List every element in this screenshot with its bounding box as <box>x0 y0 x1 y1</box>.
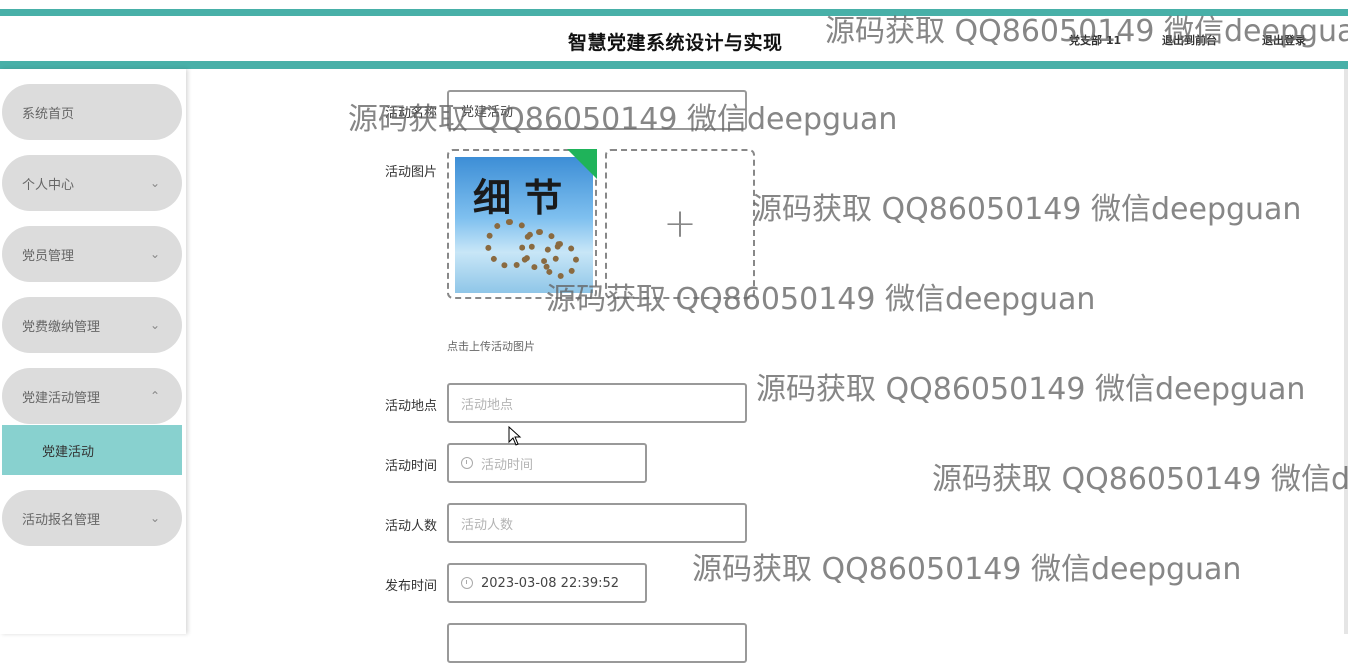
sidebar-item-label: 党建活动管理 <box>22 390 101 406</box>
app-title: 智慧党建系统设计与实现 <box>568 32 783 54</box>
sidebar-item-home[interactable]: 系统首页 <box>2 84 182 140</box>
clock-icon <box>461 457 473 469</box>
exit-front-link[interactable]: 退出到前台 <box>1162 32 1217 48</box>
publish-time-value: 2023-03-08 22:39:52 <box>481 575 620 591</box>
sidebar-item-label: 个人中心 <box>22 177 75 193</box>
watermark: 源码获取 QQ86050149 微信deepguan <box>752 192 1302 227</box>
chevron-down-icon: ⌄ <box>149 511 160 525</box>
sidebar-item-label: 活动报名管理 <box>22 512 101 528</box>
clock-icon <box>461 577 473 589</box>
activity-time-placeholder: 活动时间 <box>481 457 534 473</box>
publish-time-label: 发布时间 <box>384 579 437 594</box>
watermark: 源码获取 QQ86050149 微信deepguan <box>932 462 1348 497</box>
watermark: 源码获取 QQ86050149 微信deepguan <box>692 552 1242 587</box>
location-label: 活动地点 <box>384 399 437 414</box>
activity-image-preview[interactable]: 细 节 <box>447 149 597 299</box>
plus-icon: + <box>663 201 697 247</box>
chevron-up-icon: ⌃ <box>149 389 160 403</box>
activity-name-input[interactable]: 党建活动 <box>447 90 747 130</box>
sidebar-item-personal-center[interactable]: 个人中心 ⌄ <box>2 155 182 211</box>
sidebar-subitem-label: 党建活动 <box>42 444 95 460</box>
user-name: 党支部 11 <box>1069 34 1122 47</box>
sidebar-item-dues[interactable]: 党费缴纳管理 ⌄ <box>2 297 182 353</box>
sidebar-subitem-party-activity[interactable]: 党建活动 <box>2 425 182 475</box>
sidebar-item-label: 党员管理 <box>22 248 75 264</box>
publish-time-picker[interactable]: 2023-03-08 22:39:52 <box>447 563 647 603</box>
chevron-down-icon: ⌄ <box>149 247 160 261</box>
gear-icon <box>541 241 579 279</box>
upload-hint: 点击上传活动图片 <box>447 340 535 353</box>
participants-label: 活动人数 <box>384 519 437 534</box>
watermark: 源码获取 QQ86050149 微信deepguan <box>756 372 1306 407</box>
activity-time-picker[interactable]: 活动时间 <box>447 443 647 483</box>
sidebar-item-label: 党费缴纳管理 <box>22 319 101 335</box>
sidebar-item-registrations[interactable]: 活动报名管理 ⌄ <box>2 490 182 546</box>
logout-link[interactable]: 退出登录 <box>1262 32 1306 48</box>
thumbnail-title: 细 节 <box>473 175 563 220</box>
activity-time-label: 活动时间 <box>384 459 437 474</box>
location-input[interactable]: 活动地点 <box>447 383 747 423</box>
mouse-cursor-icon <box>508 426 522 446</box>
sidebar-item-label: 系统首页 <box>22 106 75 122</box>
chevron-down-icon: ⌄ <box>149 318 160 332</box>
page-scrollbar[interactable] <box>1344 69 1348 634</box>
image-upload-button[interactable]: + <box>605 149 755 299</box>
activity-image-label: 活动图片 <box>384 165 437 180</box>
header-bottom-stripe <box>0 61 1348 69</box>
sidebar-item-members[interactable]: 党员管理 ⌄ <box>2 226 182 282</box>
participants-input[interactable]: 活动人数 <box>447 503 747 543</box>
sidebar: 系统首页 个人中心 ⌄ 党员管理 ⌄ 党费缴纳管理 ⌄ 党建活动管理 ⌃ 党建活… <box>0 69 186 634</box>
next-field-input[interactable] <box>447 623 747 663</box>
header-top-stripe <box>0 9 1348 16</box>
sidebar-item-activities[interactable]: 党建活动管理 ⌃ <box>2 368 182 424</box>
activity-name-label: 活动名称 <box>384 106 437 121</box>
corner-badge-icon <box>567 149 597 179</box>
chevron-down-icon: ⌄ <box>149 176 160 190</box>
